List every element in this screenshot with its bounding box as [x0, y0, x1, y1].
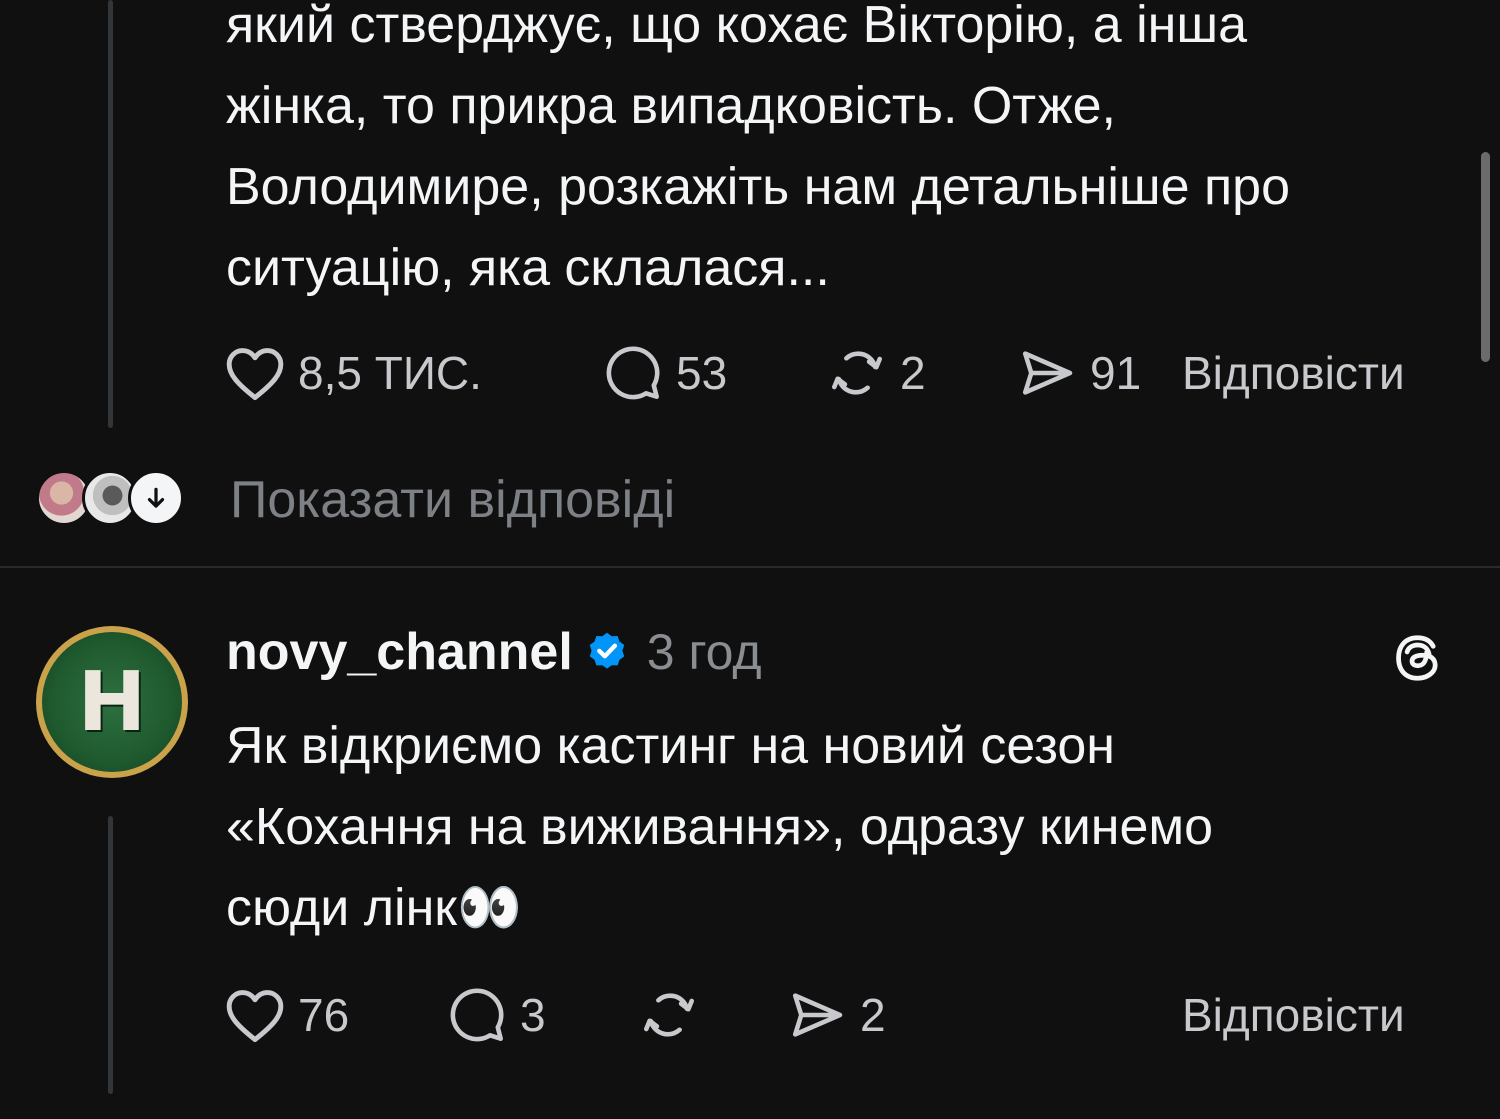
- avatar-letter: H: [77, 654, 147, 750]
- post-text-line: який стверджує, що кохає Вікторію, а інш…: [226, 0, 1248, 54]
- post-text-line: Володимире, розкажіть нам детальніше про: [226, 158, 1290, 216]
- scrollbar[interactable]: [1481, 152, 1490, 362]
- arrow-down-icon: [147, 487, 165, 508]
- thread-line: [108, 816, 113, 1094]
- like-button[interactable]: 8,5 ТИС.: [224, 344, 482, 402]
- show-replies-expand[interactable]: [128, 470, 184, 526]
- post-text: Як відкриємо кастинг на новий сезон «Кох…: [226, 706, 1476, 949]
- repost-icon: [831, 351, 883, 395]
- share-button[interactable]: 2: [786, 986, 886, 1044]
- like-count: 76: [298, 989, 350, 1041]
- repost-button[interactable]: [638, 986, 712, 1044]
- send-icon: [792, 993, 843, 1037]
- post-text-line: сюди лінк👀: [226, 879, 522, 937]
- share-button[interactable]: 91: [1016, 344, 1141, 402]
- send-icon: [1022, 351, 1073, 395]
- speech-bubble-icon: [450, 988, 504, 1042]
- post-text-line: Як відкриємо кастинг на новий сезон: [226, 717, 1116, 775]
- comment-button[interactable]: 53: [602, 344, 727, 402]
- thread-line: [108, 0, 113, 428]
- post-text-line: ситуацію, яка склалася...: [226, 239, 830, 297]
- show-replies-link[interactable]: Показати відповіді: [230, 470, 675, 530]
- username[interactable]: novy_channel: [226, 622, 573, 682]
- reply-button[interactable]: Відповісти: [1182, 346, 1405, 400]
- like-count: 8,5 ТИС.: [298, 347, 482, 399]
- share-count: 2: [860, 989, 886, 1041]
- avatar-inner: H: [42, 632, 182, 772]
- comment-count: 53: [676, 347, 728, 399]
- post-time: 3 год: [646, 624, 762, 680]
- repost-count: 2: [900, 347, 926, 399]
- post-header: novy_channel 3 год: [226, 622, 762, 682]
- threads-logo-icon[interactable]: [1390, 630, 1444, 686]
- post-text-line: жінка, то прикра випадковість. Отже,: [226, 77, 1116, 135]
- comment-count: 3: [520, 989, 546, 1041]
- post-text: який стверджує, що кохає Вікторію, а інш…: [226, 0, 1476, 309]
- like-button[interactable]: 76: [224, 986, 349, 1044]
- repost-icon: [643, 993, 695, 1037]
- post-text-line: «Кохання на виживання», одразу кинемо: [226, 798, 1214, 856]
- speech-bubble-icon: [606, 346, 660, 400]
- heart-icon: [226, 348, 284, 400]
- reply-button[interactable]: Відповісти: [1182, 988, 1405, 1042]
- avatar[interactable]: H: [36, 626, 188, 778]
- verified-badge-icon: [589, 632, 625, 669]
- heart-icon: [226, 990, 284, 1042]
- comment-button[interactable]: 3: [446, 986, 546, 1044]
- share-count: 91: [1090, 347, 1142, 399]
- repost-button[interactable]: 2: [826, 344, 926, 402]
- divider: [0, 566, 1500, 568]
